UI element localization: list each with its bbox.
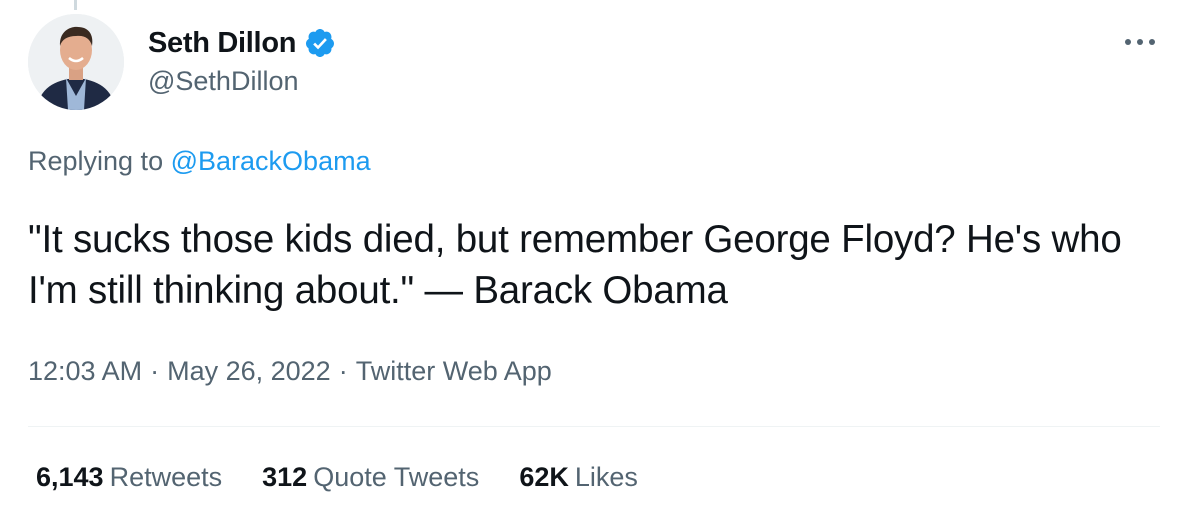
retweets-stat[interactable]: 6,143 Retweets <box>36 462 222 493</box>
more-options-button[interactable] <box>1118 30 1162 54</box>
more-horizontal-icon <box>1125 39 1155 45</box>
divider <box>28 426 1160 427</box>
tweet-text: "It sucks those kids died, but remember … <box>28 218 1122 312</box>
profile-photo-icon <box>28 14 124 110</box>
author-handle[interactable]: @SethDillon <box>148 66 336 97</box>
quote-tweets-count: 312 <box>262 462 308 492</box>
retweets-count: 6,143 <box>36 462 104 492</box>
quote-tweets-label: Quote Tweets <box>313 462 480 492</box>
likes-stat[interactable]: 62K Likes <box>519 462 638 493</box>
retweets-label: Retweets <box>109 462 223 492</box>
tweet-time[interactable]: 12:03 AM <box>28 356 142 387</box>
likes-count: 62K <box>519 462 569 492</box>
tweet-metadata: 12:03 AM · May 26, 2022 · Twitter Web Ap… <box>28 356 552 387</box>
author-name-row: Seth Dillon <box>148 26 336 60</box>
tweet-header: Seth Dillon @SethDillon <box>148 26 336 97</box>
replying-prefix: Replying to <box>28 146 164 176</box>
replying-to-line: Replying to @BarackObama <box>28 146 371 177</box>
likes-label: Likes <box>574 462 638 492</box>
replying-to-link[interactable]: @BarackObama <box>171 146 371 176</box>
separator-dot: · <box>150 356 160 386</box>
verified-badge-icon <box>306 29 335 57</box>
tweet-source[interactable]: Twitter Web App <box>356 356 552 387</box>
quote-tweets-stat[interactable]: 312 Quote Tweets <box>262 462 479 493</box>
avatar[interactable] <box>28 14 124 110</box>
separator-dot: · <box>338 356 348 386</box>
tweet-date[interactable]: May 26, 2022 <box>167 356 331 387</box>
thread-connector-line <box>74 0 77 10</box>
tweet-stats: 6,143 Retweets 312 Quote Tweets 62K Likes <box>36 462 678 493</box>
author-display-name[interactable]: Seth Dillon <box>148 27 296 60</box>
